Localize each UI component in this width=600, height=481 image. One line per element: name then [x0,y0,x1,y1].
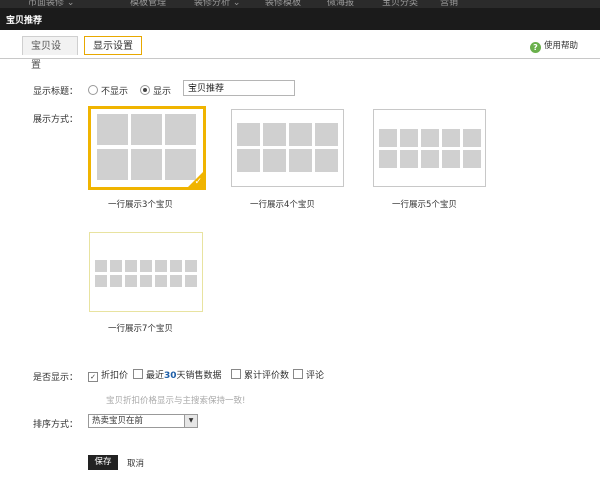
preview-cell [463,129,481,147]
checkbox-icon [133,369,143,379]
dialog-title: 宝贝推荐 [6,16,43,26]
top-nav-item[interactable]: 模板管理 [130,0,166,8]
preview-cell [131,114,162,145]
layout-option-3[interactable]: ✓ [88,106,206,190]
preview-cell [289,123,312,146]
preview-cell [125,260,137,272]
radio-show-title[interactable]: 显示 [140,84,171,97]
title-input[interactable]: 宝贝推荐 [183,80,295,96]
preview-cell [131,149,162,180]
help-link[interactable]: ? 使用帮助 [529,39,578,53]
layout-caption: 一行展示7个宝贝 [108,324,173,334]
checkbox-checked-icon: ✓ [88,372,98,382]
preview-cell [379,129,397,147]
preview-cell [421,129,439,147]
checkbox-label: 折扣价 [101,371,129,381]
preview-cell [97,114,128,145]
top-nav-item[interactable]: 市面装修 ⌄ [28,0,74,8]
chevron-down-icon: ▼ [184,415,197,427]
checkbox-icon [231,369,241,379]
preview-cell [155,260,167,272]
radio-hide-label: 不显示 [101,87,129,97]
radio-selected-icon [140,85,150,95]
checkbox-comments[interactable]: 评论 [293,368,324,381]
top-nav-item[interactable]: 微海报 [327,0,354,8]
tab-bar: 宝贝设置 显示设置 ? 使用帮助 [0,30,600,71]
preview-cell [237,123,260,146]
preview-cell [185,275,197,287]
layout-option-4[interactable] [231,109,344,187]
layout-caption: 一行展示4个宝贝 [250,200,315,210]
radio-show-label: 显示 [153,87,172,97]
preview-cell [97,149,128,180]
preview-cell [289,149,312,172]
checkbox-recent-sales[interactable]: 最近30天销售数据 [133,368,222,381]
preview-cell [140,275,152,287]
preview-cell [315,123,338,146]
layout-option-5[interactable] [373,109,486,187]
preview-cell [165,114,196,145]
checkbox-label-highlight: 30 [164,371,177,381]
checkbox-label: 累计评价数 [244,371,290,381]
preview-cell [315,149,338,172]
checkmark-icon: ✓ [194,177,202,187]
sort-select-value: 热卖宝贝在前 [92,416,144,426]
preview-cell [442,150,460,168]
top-nav-item[interactable]: 装修模板 [265,0,301,8]
display-label: 是否显示： [33,373,79,383]
preview-cell [170,260,182,272]
checkbox-label: 最近 [146,371,165,381]
preview-cell [237,149,260,172]
sort-select[interactable]: 热卖宝贝在前 ▼ [88,414,198,428]
preview-cell [400,150,418,168]
help-icon: ? [529,42,541,53]
preview-cell [140,260,152,272]
tab-item-settings[interactable]: 宝贝设置 [22,36,78,71]
preview-cell [125,275,137,287]
top-nav-item[interactable]: 装修分析 ⌄ [194,0,240,8]
preview-cell [155,275,167,287]
preview-cell [185,260,197,272]
checkbox-discount[interactable]: ✓ 折扣价 [88,368,128,382]
layout-caption: 一行展示3个宝贝 [108,200,173,210]
preview-cell [421,150,439,168]
radio-icon [88,85,98,95]
preview-cell [95,260,107,272]
preview-cell [379,150,397,168]
dialog-titlebar: 宝贝推荐 [0,8,600,30]
top-nav-item[interactable]: 营销 [440,0,458,8]
preview-cell [95,275,107,287]
title-label: 显示标题： [33,87,79,97]
top-nav-item[interactable]: 宝贝分类 [382,0,418,8]
preview-cell [110,260,122,272]
checkbox-label: 评论 [306,371,325,381]
preview-cell [400,129,418,147]
cancel-button[interactable]: 取消 [127,457,144,469]
save-button[interactable]: 保存 [88,455,118,470]
checkbox-label: 天销售数据 [176,371,222,381]
checkbox-total-reviews[interactable]: 累计评价数 [231,368,289,381]
sort-label: 排序方式： [33,420,79,430]
layout-caption: 一行展示5个宝贝 [392,200,457,210]
preview-cell [463,150,481,168]
help-label: 使用帮助 [543,41,578,51]
layout-label: 展示方式： [33,115,79,125]
preview-cell [442,129,460,147]
tab-display-settings[interactable]: 显示设置 [84,36,142,55]
radio-hide-title[interactable]: 不显示 [88,84,128,97]
preview-cell [263,123,286,146]
checkbox-icon [293,369,303,379]
display-hint: 宝贝折扣价格显示与主搜索保持一致! [106,396,246,406]
preview-cell [110,275,122,287]
preview-cell [170,275,182,287]
layout-option-7[interactable] [89,232,203,312]
preview-cell [263,149,286,172]
top-nav: 市面装修 ⌄ 模板管理 装修分析 ⌄ 装修模板 微海报 宝贝分类 营销 [0,0,600,8]
